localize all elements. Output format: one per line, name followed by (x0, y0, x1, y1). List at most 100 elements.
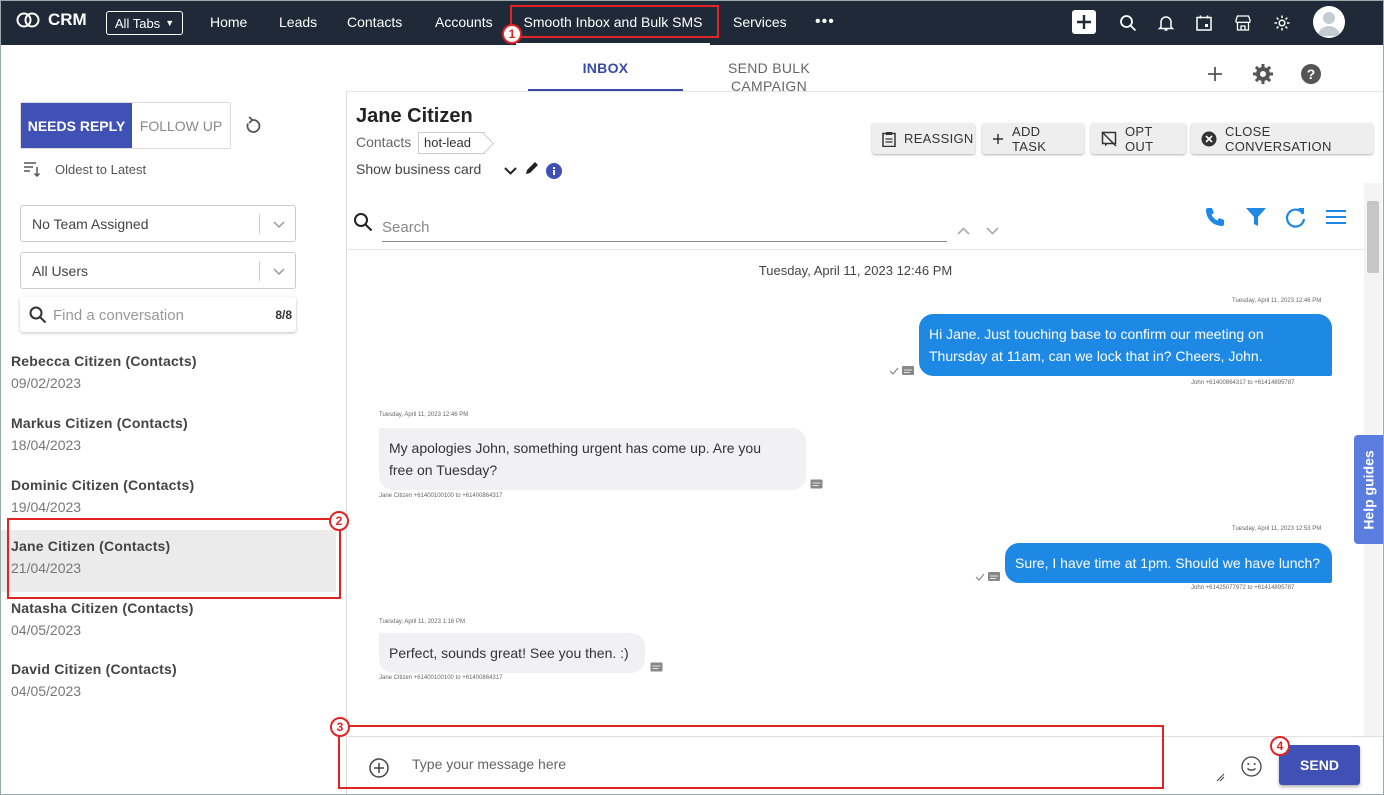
tabs-divider (347, 91, 1383, 92)
global-search-button[interactable] (1117, 12, 1139, 34)
search-icon (354, 213, 373, 232)
contact-module: Contacts (356, 134, 412, 150)
create-new-button[interactable] (1072, 10, 1096, 34)
message-text: free on Tuesday? (389, 462, 498, 478)
help-guides-label: Help guides (1361, 449, 1378, 530)
crm-logo[interactable]: CRM (16, 10, 87, 30)
sms-icon (650, 662, 663, 672)
nav-accounts[interactable]: Accounts (435, 1, 493, 45)
annotation-marker-4: 4 (1270, 736, 1290, 756)
plus-icon (993, 133, 1003, 144)
sort-order-control[interactable]: Oldest to Latest (23, 161, 146, 177)
conversation-date: 04/05/2023 (11, 622, 82, 638)
annotation-marker-1: 1 (502, 24, 522, 44)
chevron-up-icon[interactable] (956, 225, 971, 237)
conversation-item[interactable]: Rebecca Citizen (Contacts) 09/02/2023 (1, 345, 336, 407)
add-button[interactable] (1203, 62, 1227, 86)
contact-name[interactable]: Jane Citizen (356, 105, 473, 128)
needs-reply-button[interactable]: NEEDS REPLY (21, 103, 132, 148)
tab-inbox[interactable]: INBOX (528, 59, 683, 91)
conversation-search-placeholder: Find a conversation (53, 307, 184, 324)
gear-icon (1253, 64, 1273, 84)
message-text: My apologies John, something urgent has … (389, 440, 761, 456)
reassign-button[interactable]: REASSIGN (872, 123, 975, 154)
scrollbar-thumb[interactable] (1367, 201, 1379, 273)
chat-header-divider (347, 249, 1364, 250)
add-task-button[interactable]: ADD TASK (982, 123, 1084, 154)
filter-button[interactable] (1243, 204, 1269, 230)
help-guides-tab[interactable]: Help guides (1354, 435, 1383, 544)
nav-services[interactable]: Services (733, 1, 787, 45)
all-tabs-dropdown[interactable]: All Tabs ▼ (106, 11, 183, 35)
annotation-marker-3: 3 (330, 717, 350, 737)
nav-contacts[interactable]: Contacts (347, 1, 402, 45)
calendar-button[interactable] (1193, 12, 1215, 34)
follow-up-button[interactable]: FOLLOW UP (132, 103, 230, 148)
marketplace-button[interactable] (1232, 12, 1254, 34)
emoji-icon[interactable] (1241, 756, 1262, 777)
search-icon (1120, 15, 1137, 32)
refresh-icon (246, 116, 261, 133)
conversation-search[interactable]: Find a conversation 8/8 (20, 297, 296, 332)
pencil-icon[interactable] (524, 160, 540, 176)
call-button[interactable] (1202, 204, 1228, 230)
chat-search-underline (382, 241, 947, 242)
conversation-date: 19/04/2023 (11, 499, 82, 515)
message-meta: John +61400864317 to +61414895787 (1191, 380, 1295, 386)
resize-handle-icon[interactable] (1216, 773, 1225, 782)
info-icon[interactable] (546, 163, 562, 179)
chevron-down-icon (273, 221, 285, 229)
nav-smooth-inbox[interactable]: Smooth Inbox and Bulk SMS (516, 1, 710, 45)
team-select[interactable]: No Team Assigned (20, 205, 296, 242)
message-input[interactable]: Type your message here (412, 756, 566, 772)
nav-more-icon[interactable]: ••• (815, 1, 835, 45)
opt-out-button[interactable]: OPT OUT (1091, 123, 1186, 154)
reload-chat-button[interactable] (1283, 204, 1309, 230)
chat-search[interactable]: Search (353, 212, 947, 242)
chevron-down-icon[interactable] (985, 225, 1000, 237)
annotation-marker-2: 2 (329, 511, 349, 531)
brand-label: CRM (48, 10, 87, 29)
nav-leads[interactable]: Leads (279, 1, 317, 45)
message-text: Perfect, sounds great! See you then. :) (389, 645, 629, 661)
sort-icon (24, 162, 41, 177)
notifications-button[interactable] (1155, 12, 1177, 34)
attach-plus-icon[interactable] (369, 758, 389, 778)
chat-search-placeholder: Search (382, 219, 430, 236)
settings-button[interactable] (1271, 12, 1293, 34)
conversation-name: Dominic Citizen (Contacts) (11, 477, 195, 493)
select-separator (259, 261, 260, 281)
conversation-name: Natasha Citizen (Contacts) (11, 600, 194, 616)
chat-menu-button[interactable] (1323, 204, 1349, 230)
conversation-item[interactable]: Natasha Citizen (Contacts) 04/05/2023 (1, 592, 336, 654)
send-button[interactable]: SEND (1279, 745, 1360, 785)
conversation-item-selected[interactable]: Jane Citizen (Contacts) 21/04/2023 (1, 530, 336, 592)
close-conversation-button[interactable]: CLOSE CONVERSATION (1191, 123, 1373, 154)
chevron-down-icon[interactable] (503, 163, 518, 178)
refresh-list-button[interactable] (242, 115, 264, 137)
tab-send-bulk-campaign[interactable]: SEND BULK CAMPAIGN (689, 59, 849, 94)
search-icon (29, 306, 47, 324)
user-avatar[interactable] (1313, 6, 1345, 38)
speaker-off-icon (1101, 130, 1117, 147)
conversation-item[interactable]: David Citizen (Contacts) 04/05/2023 (1, 653, 336, 715)
help-button[interactable]: ? (1299, 62, 1323, 86)
user-select[interactable]: All Users (20, 252, 296, 289)
user-select-value: All Users (32, 263, 89, 279)
bell-icon (1157, 16, 1175, 31)
inbox-settings-button[interactable] (1251, 62, 1275, 86)
conversation-item[interactable]: Dominic Citizen (Contacts) 19/04/2023 (1, 469, 336, 531)
conversation-date: 21/04/2023 (11, 560, 82, 576)
delivered-check-icon (975, 572, 1000, 581)
message-timestamp: Tuesday, April 11, 2023 12:46 PM (1232, 298, 1322, 304)
nav-home[interactable]: Home (210, 1, 247, 45)
conversation-item[interactable]: Markus Citizen (Contacts) 18/04/2023 (1, 407, 336, 469)
reply-filter-toggle: NEEDS REPLY FOLLOW UP (20, 102, 231, 149)
app-window: CRM All Tabs ▼ Home Leads Contacts Accou… (0, 0, 1384, 795)
message-timestamp: Tuesday, April 11, 2023 12:53 PM (1232, 526, 1322, 532)
message-bubble-incoming: My apologies John, something urgent has … (379, 428, 806, 490)
conversation-name: David Citizen (Contacts) (11, 661, 177, 677)
hamburger-menu-icon (1326, 210, 1346, 224)
close-conversation-label: CLOSE CONVERSATION (1225, 123, 1332, 154)
contact-tag[interactable]: hot-lead (418, 132, 485, 154)
